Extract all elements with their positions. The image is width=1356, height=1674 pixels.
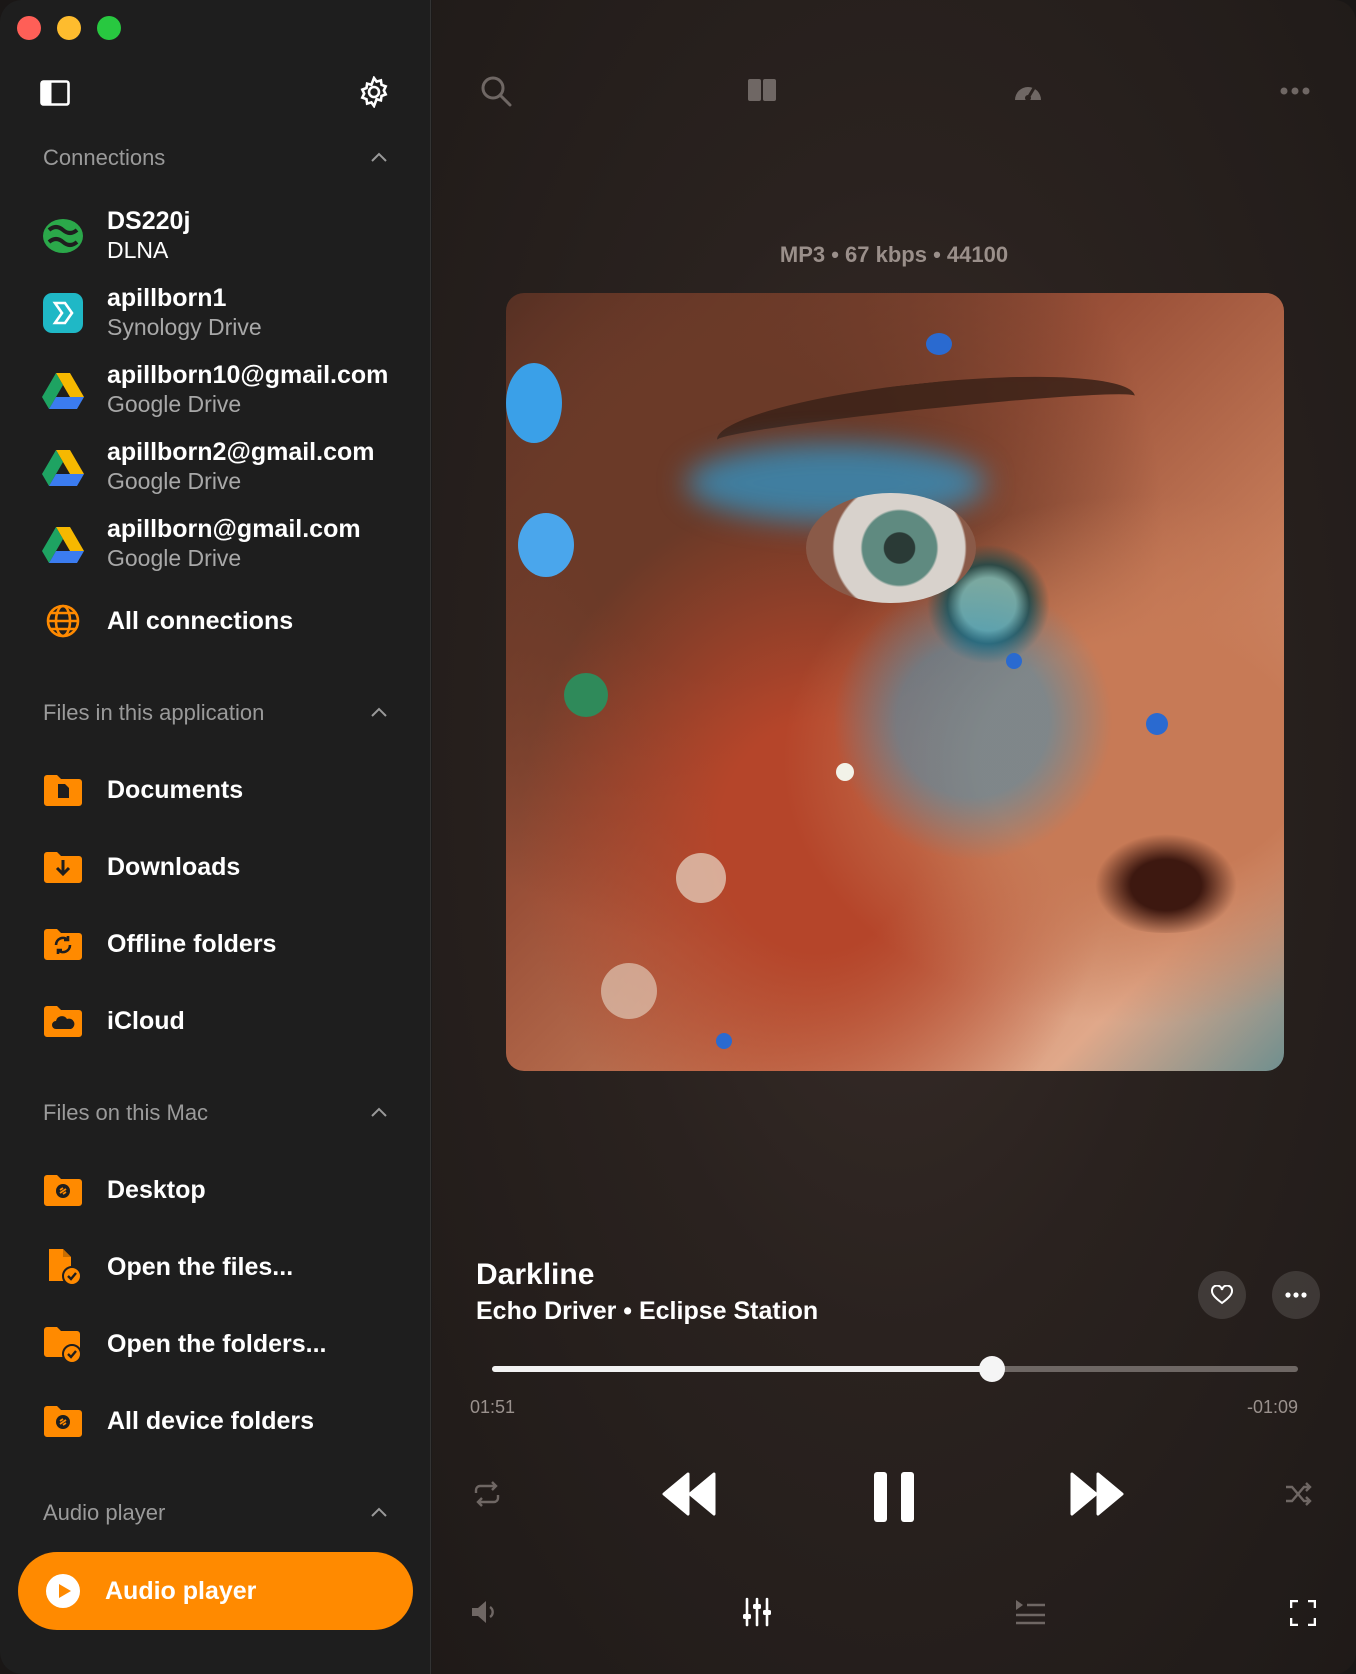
settings-gear-icon[interactable]: [358, 76, 390, 108]
all-connections-label: All connections: [107, 607, 294, 635]
synology-drive-icon: [40, 290, 86, 336]
downloads-folder-icon: [40, 844, 86, 890]
google-drive-icon: [40, 521, 86, 567]
ellipsis-icon: [1285, 1292, 1307, 1298]
sidebar-item-label: Desktop: [107, 1176, 206, 1204]
sidebar-item-label: All device folders: [107, 1407, 315, 1435]
documents-folder-icon: [40, 767, 86, 813]
connection-title: DS220j: [107, 207, 191, 235]
player-pane: MP3 • 67 kbps • 44100 Darkline Echo Driv…: [432, 0, 1356, 1674]
repeat-icon[interactable]: [472, 1481, 502, 1507]
chevron-up-icon[interactable]: [369, 1103, 389, 1123]
shuffle-icon[interactable]: [1284, 1481, 1314, 1507]
dlna-icon: [40, 213, 86, 259]
window-controls: [17, 16, 121, 40]
sidebar-item-open-files[interactable]: Open the files...: [40, 1244, 420, 1290]
progress-slider[interactable]: [492, 1356, 1298, 1382]
open-folder-icon: [40, 1321, 86, 1367]
connections-section-header[interactable]: Connections: [43, 143, 393, 173]
sidebar-item-icloud[interactable]: iCloud: [40, 998, 420, 1044]
heart-icon: [1211, 1285, 1233, 1305]
progress-knob[interactable]: [978, 1356, 1005, 1382]
offline-folder-icon: [40, 921, 86, 967]
open-file-icon: [40, 1244, 86, 1290]
sidebar-item-documents[interactable]: Documents: [40, 767, 420, 813]
connection-subtitle: Google Drive: [107, 545, 242, 571]
connection-item-apillborn1[interactable]: apillborn1 Synology Drive: [40, 283, 420, 342]
connection-subtitle: Google Drive: [107, 468, 242, 494]
track-more-button[interactable]: [1272, 1271, 1320, 1319]
connection-item-ds220j[interactable]: DS220j DLNA: [40, 206, 420, 265]
chevron-up-icon[interactable]: [369, 148, 389, 168]
search-icon[interactable]: [479, 74, 513, 108]
device-folder-icon: [40, 1398, 86, 1444]
minimize-window-button[interactable]: [57, 16, 81, 40]
audio-player-section-label: Audio player: [43, 1500, 166, 1525]
google-drive-icon: [40, 367, 86, 413]
connection-title: apillborn@gmail.com: [107, 515, 361, 543]
connection-subtitle: Google Drive: [107, 391, 242, 417]
equalizer-icon[interactable]: [742, 1596, 772, 1628]
track-artist-album: Echo Driver • Eclipse Station: [476, 1297, 819, 1325]
sidebar-item-label: iCloud: [107, 1007, 185, 1035]
sidebar-item-label: Downloads: [107, 853, 241, 881]
google-drive-icon: [40, 444, 86, 490]
chevron-up-icon[interactable]: [369, 703, 389, 723]
connection-item-apillborn10[interactable]: apillborn10@gmail.com Google Drive: [40, 360, 420, 419]
favorite-button[interactable]: [1198, 1271, 1246, 1319]
track-title: Darkline: [476, 1258, 595, 1291]
desktop-folder-icon: [40, 1167, 86, 1213]
progress-fill: [492, 1366, 992, 1372]
files-mac-section-header[interactable]: Files on this Mac: [43, 1098, 393, 1128]
connection-title: apillborn1: [107, 284, 227, 312]
fullscreen-icon[interactable]: [1290, 1600, 1316, 1626]
files-mac-section-label: Files on this Mac: [43, 1100, 209, 1125]
sidebar-item-label: Open the folders...: [107, 1330, 327, 1358]
sidebar-item-offline-folders[interactable]: Offline folders: [40, 921, 420, 967]
all-connections-item[interactable]: All connections: [40, 598, 420, 644]
connections-section-label: Connections: [43, 145, 166, 170]
sidebar-item-label: Documents: [107, 776, 244, 804]
audio-player-button-label: Audio player: [105, 1576, 257, 1605]
connection-subtitle: Synology Drive: [107, 314, 262, 340]
album-artwork: [506, 293, 1284, 1071]
sidebar-toggle-icon[interactable]: [40, 80, 70, 106]
track-format-info: MP3 • 67 kbps • 44100: [779, 242, 1009, 267]
sidebar-item-desktop[interactable]: Desktop: [40, 1167, 420, 1213]
sidebar-item-open-folders[interactable]: Open the folders...: [40, 1321, 420, 1367]
files-app-section-label: Files in this application: [43, 700, 265, 725]
sidebar-item-all-device-folders[interactable]: All device folders: [40, 1398, 420, 1444]
more-options-icon[interactable]: [1278, 74, 1312, 108]
files-app-section-header[interactable]: Files in this application: [43, 698, 393, 728]
connection-item-apillborn[interactable]: apillborn@gmail.com Google Drive: [40, 514, 420, 573]
chevron-up-icon[interactable]: [369, 1503, 389, 1523]
rewind-icon[interactable]: [662, 1472, 716, 1516]
connection-subtitle: DLNA: [107, 237, 169, 263]
play-circle-icon: [46, 1574, 80, 1608]
app-window: Connections DS220j DLNA apillborn1 Synol…: [0, 0, 1356, 1674]
icloud-folder-icon: [40, 998, 86, 1044]
connection-item-apillborn2[interactable]: apillborn2@gmail.com Google Drive: [40, 437, 420, 496]
audio-player-section-header[interactable]: Audio player: [43, 1498, 393, 1528]
elapsed-time: 01:51: [470, 1397, 516, 1417]
sidebar-item-label: Open the files...: [107, 1253, 294, 1281]
sidebar-item-downloads[interactable]: Downloads: [40, 844, 420, 890]
fast-forward-icon[interactable]: [1070, 1472, 1124, 1516]
close-window-button[interactable]: [17, 16, 41, 40]
sidebar: Connections DS220j DLNA apillborn1 Synol…: [0, 0, 431, 1674]
remaining-time: -01:09: [1246, 1397, 1298, 1417]
connection-title: apillborn2@gmail.com: [107, 438, 375, 466]
queue-list-icon[interactable]: [1014, 1598, 1046, 1626]
sidebar-item-label: Offline folders: [107, 930, 277, 958]
speedometer-icon[interactable]: [1011, 74, 1045, 108]
zoom-window-button[interactable]: [97, 16, 121, 40]
globe-icon: [40, 598, 86, 644]
pause-icon[interactable]: [872, 1472, 916, 1522]
audio-player-button[interactable]: Audio player: [18, 1552, 413, 1630]
columns-view-icon[interactable]: [745, 74, 779, 108]
connection-title: apillborn10@gmail.com: [107, 361, 389, 389]
volume-icon[interactable]: [470, 1598, 500, 1626]
